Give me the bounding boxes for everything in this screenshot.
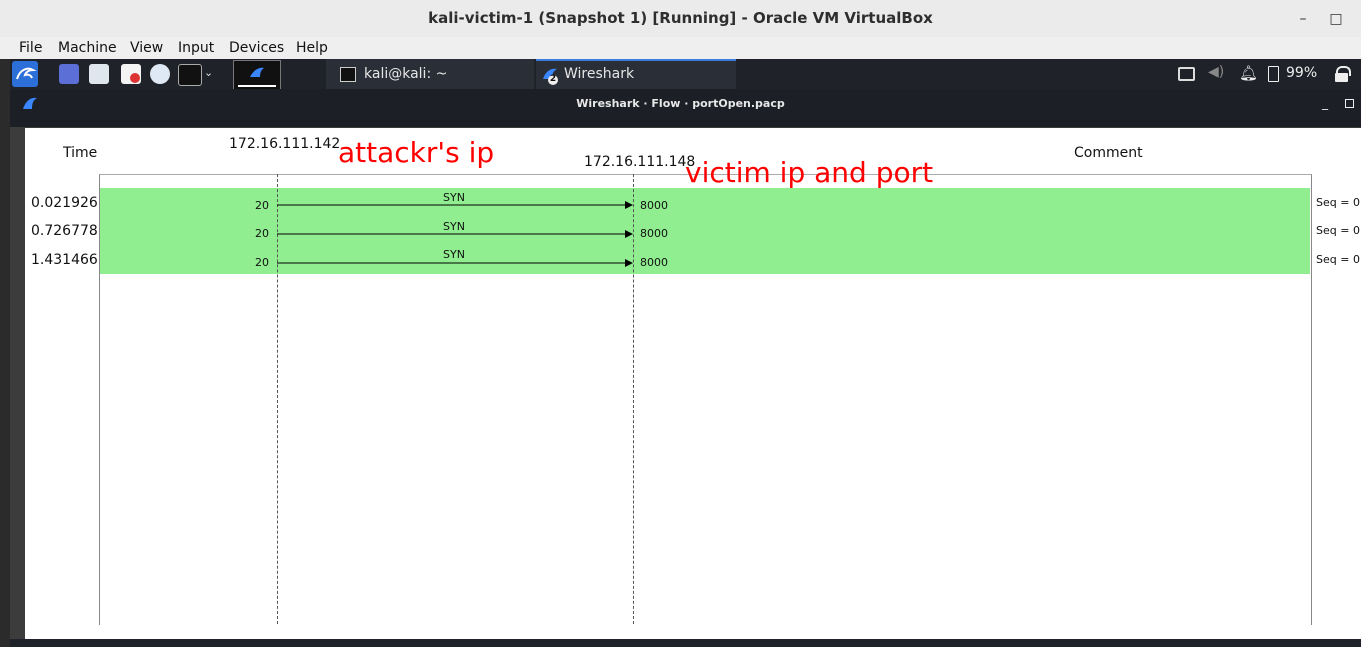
file-manager-icon[interactable] — [89, 64, 109, 84]
battery-percent: 99% — [1286, 65, 1318, 81]
row-dst-port: 8000 — [640, 199, 668, 212]
show-desktop-icon[interactable] — [59, 64, 79, 84]
arrow-icon — [277, 230, 633, 238]
notification-bell-icon[interactable]: 🔔︎ — [1239, 64, 1258, 82]
host-b-address: 172.16.111.148 — [584, 154, 696, 170]
terminal-icon — [340, 67, 356, 82]
kali-menu-icon[interactable] — [12, 61, 38, 87]
time-column-header: Time — [63, 145, 98, 161]
host-a-address: 172.16.111.142 — [229, 136, 341, 152]
task-badge: 2 — [549, 74, 557, 84]
row-src-port: 20 — [255, 199, 269, 212]
menu-view[interactable]: View — [130, 40, 163, 56]
flow-row[interactable]: 1.431466 20 SYN 8000 Seq = 0 — [0, 246, 1361, 274]
row-dst-port: 8000 — [640, 256, 668, 269]
attacker-ip-annotation: attackr's ip — [338, 136, 495, 169]
task-wireshark-label: Wireshark — [564, 66, 635, 82]
menu-machine[interactable]: Machine — [58, 40, 117, 56]
volume-icon[interactable]: ◀) — [1208, 64, 1224, 80]
row-time: 0.021926 — [31, 195, 98, 211]
display-icon[interactable] — [1178, 67, 1195, 81]
menu-devices[interactable]: Devices — [229, 40, 284, 56]
task-terminal-label: kali@kali: ~ — [364, 66, 448, 82]
row-time: 0.726778 — [31, 223, 98, 239]
row-comment: Seq = 0 — [1316, 224, 1360, 237]
maximize-button[interactable]: □ — [1325, 8, 1347, 30]
text-editor-icon[interactable] — [121, 64, 141, 84]
lock-body — [1335, 73, 1348, 82]
row-comment: Seq = 0 — [1316, 253, 1360, 266]
menu-file[interactable]: File — [19, 40, 42, 56]
window-title: kali-victim-1 (Snapshot 1) [Running] - O… — [428, 9, 933, 27]
flow-window-title: Wireshark · Flow · portOpen.pacp — [576, 97, 785, 110]
comment-column-header: Comment — [1074, 145, 1143, 161]
row-dst-port: 8000 — [640, 227, 668, 240]
host-desktop-strip — [0, 59, 10, 647]
workspace-1-thumbnail[interactable] — [233, 60, 281, 90]
arrow-icon — [277, 259, 633, 267]
minimize-button[interactable]: – — [1292, 8, 1314, 30]
row-src-port: 20 — [255, 256, 269, 269]
chevron-down-icon[interactable]: ⌄ — [204, 66, 213, 79]
flow-row[interactable]: 0.021926 20 SYN 8000 Seq = 0 — [0, 188, 1361, 217]
flow-minimize-button[interactable]: _ — [1322, 96, 1328, 110]
row-src-port: 20 — [255, 227, 269, 240]
window-bottom-border — [10, 639, 1361, 647]
arrow-icon — [277, 201, 633, 209]
terminal-launcher-icon[interactable] — [178, 64, 202, 86]
menu-help[interactable]: Help — [296, 40, 328, 56]
menu-input[interactable]: Input — [178, 40, 214, 56]
flow-maximize-button[interactable] — [1345, 99, 1354, 108]
battery-icon[interactable] — [1268, 66, 1279, 82]
row-comment: Seq = 0 — [1316, 196, 1360, 209]
flow-row[interactable]: 0.726778 20 SYN 8000 Seq = 0 — [0, 217, 1361, 246]
row-time: 1.431466 — [31, 252, 98, 268]
web-browser-icon[interactable] — [150, 64, 170, 84]
victim-annotation: victim ip and port — [685, 156, 934, 189]
